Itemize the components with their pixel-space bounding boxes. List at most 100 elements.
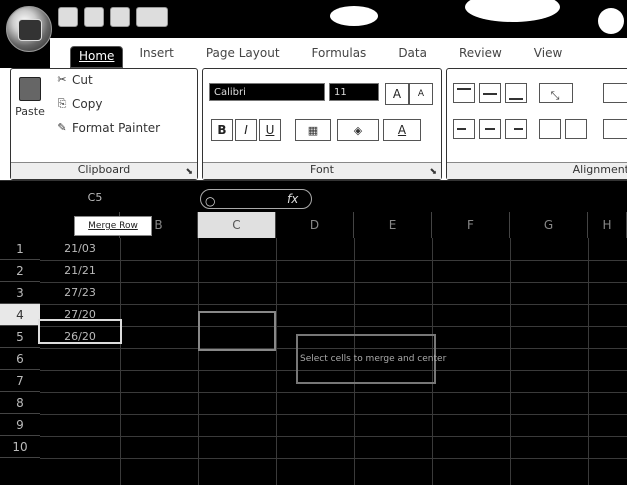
cut-label: Cut	[72, 73, 93, 87]
bottom-align-button[interactable]	[505, 83, 527, 103]
top-align-button[interactable]	[453, 83, 475, 103]
cancel-icon[interactable]: ○	[205, 192, 215, 210]
paste-label: Paste	[15, 105, 45, 118]
top-align-icon	[457, 88, 471, 90]
customize-icon[interactable]	[136, 7, 168, 27]
font-group-label: Font ⬊	[203, 162, 441, 179]
dialog-launcher-icon[interactable]: ⬊	[185, 167, 193, 177]
increase-indent-button[interactable]	[565, 119, 587, 139]
column-header-d[interactable]: D	[276, 212, 354, 238]
title-bar	[0, 0, 627, 38]
formula-input[interactable]: ○ fx	[200, 189, 312, 209]
cut-button[interactable]: ✂ Cut	[55, 73, 93, 87]
grid-line	[40, 458, 627, 459]
decrease-indent-button[interactable]	[539, 119, 561, 139]
row-header[interactable]: 8	[0, 392, 40, 414]
column-header-e[interactable]: E	[354, 212, 432, 238]
font-size-field[interactable]: 11	[329, 83, 379, 101]
cell-a2[interactable]: 21/21	[40, 260, 120, 281]
grid-line	[40, 304, 627, 305]
selected-range[interactable]	[198, 311, 276, 351]
grid-line	[120, 238, 121, 485]
font-group-title: Font	[310, 163, 334, 176]
clipboard-group-title: Clipboard	[77, 163, 131, 176]
clipboard-group-label: Clipboard ⬊	[11, 162, 197, 179]
dialog-launcher-icon[interactable]: ⬊	[429, 167, 437, 177]
scissors-icon: ✂	[57, 73, 67, 86]
merge-row-tooltip: Merge Row	[74, 216, 152, 236]
align-center-button[interactable]	[479, 119, 501, 139]
grid-line	[40, 326, 627, 327]
align-right-icon	[514, 128, 523, 130]
row-header[interactable]: 1	[0, 238, 40, 260]
active-cell[interactable]	[38, 319, 122, 344]
orientation-button[interactable]: ⤡	[539, 83, 573, 103]
italic-button[interactable]: I	[235, 119, 257, 141]
cell-a1[interactable]: 21/03	[40, 238, 120, 259]
grid-line	[588, 238, 589, 485]
copy-button[interactable]: ⎘ Copy	[55, 97, 103, 111]
tab-data[interactable]: Data	[382, 46, 443, 68]
format-painter-button[interactable]: ✎ Format Painter	[55, 121, 160, 135]
bold-button[interactable]: B	[211, 119, 233, 141]
office-button[interactable]	[6, 6, 52, 52]
ribbon: Paste ✂ Cut ⎘ Copy ✎ Format Painter Clip…	[0, 68, 627, 180]
cell-a3[interactable]: 27/23	[40, 282, 120, 303]
save-icon[interactable]	[58, 7, 78, 27]
merge-center-button[interactable]	[603, 119, 627, 139]
row-header[interactable]: 7	[0, 370, 40, 392]
tab-view[interactable]: View	[518, 46, 578, 68]
name-box[interactable]: C5	[40, 189, 150, 207]
column-header-c[interactable]: C	[198, 212, 276, 238]
font-color-button[interactable]: A	[383, 119, 421, 141]
shrink-font-button[interactable]: A	[409, 83, 433, 105]
font-name-field[interactable]: Calibri	[209, 83, 325, 101]
format-painter-label: Format Painter	[72, 121, 161, 135]
grid-line	[40, 436, 627, 437]
alignment-group-label: Alignment	[447, 162, 627, 179]
clipboard-group: Paste ✂ Cut ⎘ Copy ✎ Format Painter Clip…	[10, 68, 198, 180]
row-header[interactable]: 3	[0, 282, 40, 304]
row-header[interactable]: 6	[0, 348, 40, 370]
font-group: Calibri 11 A A B I U ▦ ◈ A Font ⬊	[202, 68, 442, 180]
middle-align-button[interactable]	[479, 83, 501, 103]
undo-icon[interactable]	[84, 7, 104, 27]
fill-color-icon: ◈	[353, 124, 363, 137]
grid-line	[40, 282, 627, 283]
decor-blob	[598, 8, 624, 34]
spreadsheet-grid[interactable]: A B C D E F G H Merge Row 1 2 3 4 5 6 7 …	[0, 212, 627, 485]
row-header[interactable]: 9	[0, 414, 40, 436]
align-left-icon	[457, 128, 466, 130]
wrap-text-button[interactable]	[603, 83, 627, 103]
underline-button[interactable]: U	[259, 119, 281, 141]
orientation-icon: ⤡	[550, 89, 560, 102]
copy-label: Copy	[72, 97, 103, 111]
fill-color-button[interactable]: ◈	[337, 119, 379, 141]
paste-button[interactable]: Paste	[15, 77, 45, 118]
grid-line	[40, 414, 627, 415]
borders-button[interactable]: ▦	[295, 119, 331, 141]
quick-access-toolbar	[58, 6, 168, 28]
insert-function-button[interactable]: fx	[287, 190, 298, 208]
tab-home[interactable]: Home	[70, 46, 124, 68]
paste-icon	[19, 77, 41, 101]
align-right-button[interactable]	[505, 119, 527, 139]
column-header-h[interactable]: H	[588, 212, 627, 238]
align-left-button[interactable]	[453, 119, 475, 139]
column-header-g[interactable]: G	[510, 212, 588, 238]
tab-review[interactable]: Review	[443, 46, 518, 68]
row-header[interactable]: 10	[0, 436, 40, 458]
align-center-icon	[485, 128, 495, 130]
tab-insert[interactable]: Insert	[123, 46, 189, 68]
column-header-f[interactable]: F	[432, 212, 510, 238]
decor-blob	[330, 6, 378, 26]
select-all-corner[interactable]	[0, 212, 41, 238]
redo-icon[interactable]	[110, 7, 130, 27]
tab-page-layout[interactable]: Page Layout	[190, 46, 296, 68]
row-header[interactable]: 4	[0, 304, 40, 326]
row-header[interactable]: 5	[0, 326, 40, 348]
grid-line	[276, 238, 277, 485]
tab-formulas[interactable]: Formulas	[296, 46, 383, 68]
grow-font-button[interactable]: A	[385, 83, 409, 105]
row-header[interactable]: 2	[0, 260, 40, 282]
